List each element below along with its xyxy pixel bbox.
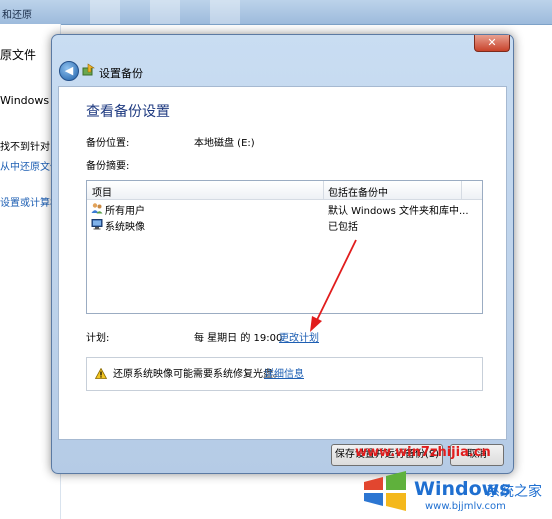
watermark-site: www.bjjmlv.com bbox=[425, 501, 506, 512]
watermark-url: www.win7zhijia.cn bbox=[355, 445, 491, 460]
windows-logo bbox=[364, 471, 406, 511]
watermark-brand-suffix: 系统之家 bbox=[486, 484, 542, 500]
annotation-arrow bbox=[310, 239, 357, 332]
